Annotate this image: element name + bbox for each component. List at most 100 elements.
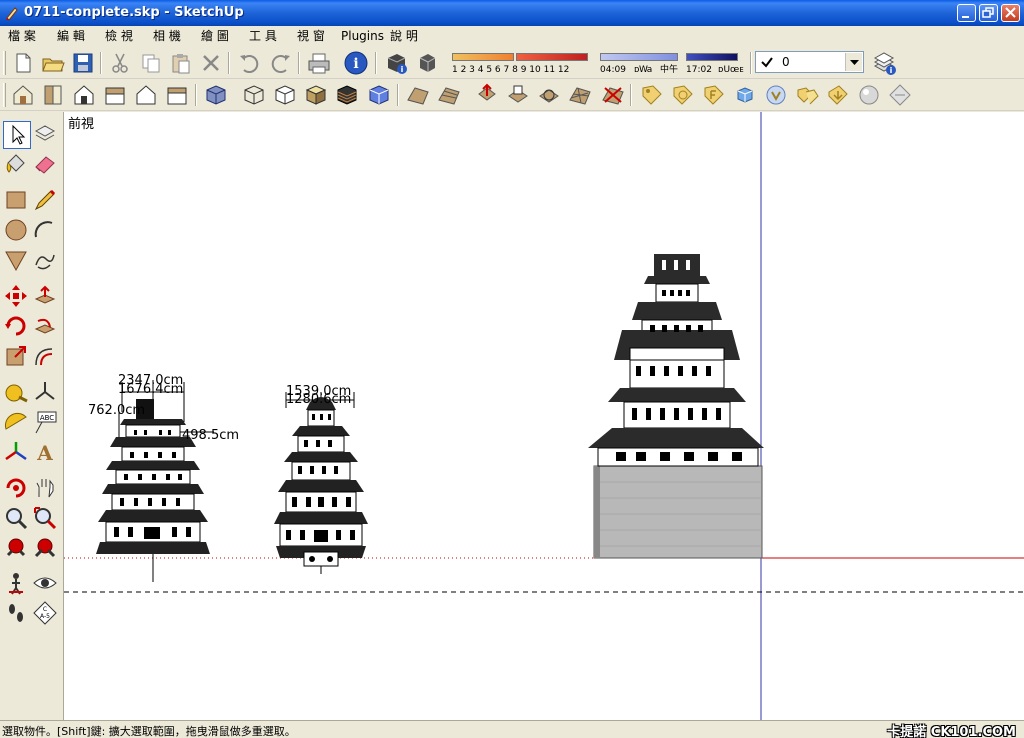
walk-tool[interactable]	[3, 600, 31, 628]
menu-view[interactable]: 檢 視	[105, 28, 133, 44]
menu-window[interactable]: 視 窗	[297, 28, 325, 44]
menu-camera[interactable]: 相 機	[153, 28, 181, 44]
shaded-style-button[interactable]	[303, 82, 329, 108]
section-plane-tool[interactable]: C A-5	[32, 600, 60, 628]
copy-button[interactable]	[138, 50, 164, 76]
offset-tool[interactable]	[32, 343, 60, 371]
menu-draw[interactable]: 繪 圖	[201, 28, 229, 44]
top-view-button[interactable]	[40, 82, 66, 108]
watermark: 卡提諾 CK101.COM	[887, 725, 1016, 738]
make-component-tool[interactable]	[32, 121, 60, 149]
shadow-date-slider[interactable]: 1 2 3 4 5 6 7 8 9 10 11 12	[450, 50, 600, 78]
menu-help[interactable]: 說 明	[390, 28, 418, 44]
print-button[interactable]	[306, 50, 332, 76]
toolbar-grip[interactable]	[3, 83, 6, 107]
freehand-tool[interactable]	[32, 247, 60, 275]
undo-button[interactable]	[236, 50, 262, 76]
rectangle-tool[interactable]	[3, 187, 31, 215]
plugin-tool-4[interactable]	[732, 82, 758, 108]
close-button[interactable]	[1001, 4, 1020, 22]
shadow-time-slider[interactable]: 04:09 ᴅWa 中午 17:02 ᴅUœᴇ	[600, 50, 750, 78]
plugin-tool-7[interactable]	[825, 82, 851, 108]
castle-model-middle[interactable]: 1539.0cm 1280.6cm	[274, 384, 368, 574]
plugin-tool-1[interactable]	[639, 82, 665, 108]
display-shadows-button[interactable]	[414, 50, 440, 76]
zoom-tool[interactable]	[3, 505, 31, 533]
plugin-tool-2[interactable]	[670, 82, 696, 108]
tape-measure-tool[interactable]	[3, 379, 31, 407]
position-camera-tool[interactable]	[3, 570, 31, 598]
front-view-button[interactable]	[71, 82, 97, 108]
zoom-extents-tool[interactable]	[3, 535, 31, 563]
xray-style-button[interactable]	[203, 82, 229, 108]
circle-tool[interactable]	[3, 217, 31, 245]
save-button[interactable]	[70, 50, 96, 76]
plugin-tool-9[interactable]	[887, 82, 913, 108]
menu-plugins[interactable]: Plugins	[341, 28, 384, 44]
axes-orient-tool[interactable]	[3, 439, 31, 467]
textured-style-button[interactable]	[334, 82, 360, 108]
smoove-button[interactable]	[474, 82, 500, 108]
flip-edge-button[interactable]	[600, 82, 626, 108]
model-info-button[interactable]: i	[343, 50, 369, 76]
push-pull-tool[interactable]	[32, 283, 60, 311]
text-tool[interactable]: ABC	[32, 409, 60, 437]
wireframe-style-button[interactable]	[241, 82, 267, 108]
look-around-tool[interactable]	[32, 570, 60, 598]
drawing-canvas[interactable]: 前視 2347.0cm 1676.4cm 762.0cm 498.5cm 153…	[64, 112, 1024, 720]
line-tool[interactable]	[32, 187, 60, 215]
select-tool[interactable]	[3, 121, 31, 149]
sandbox-contours-button[interactable]	[405, 82, 431, 108]
iso-view-button[interactable]	[10, 82, 36, 108]
minimize-button[interactable]	[957, 4, 976, 22]
new-button[interactable]	[10, 50, 36, 76]
scale-tool[interactable]	[3, 343, 31, 371]
previous-view-tool[interactable]	[32, 535, 60, 563]
sandbox-scratch-button[interactable]	[436, 82, 462, 108]
paint-bucket-tool[interactable]	[3, 151, 31, 179]
rotate-tool[interactable]	[3, 313, 31, 341]
add-detail-button[interactable]	[567, 82, 593, 108]
left-view-button[interactable]	[164, 82, 190, 108]
orbit-tool[interactable]	[3, 475, 31, 503]
dropdown-arrow[interactable]	[845, 53, 862, 71]
open-button[interactable]	[40, 50, 66, 76]
arc-tool[interactable]	[32, 217, 60, 245]
plugin-tool-5[interactable]	[763, 82, 789, 108]
back-view-button[interactable]	[133, 82, 159, 108]
menu-tools[interactable]: 工 具	[249, 28, 277, 44]
pan-tool[interactable]	[32, 475, 60, 503]
castle-model-left[interactable]: 2347.0cm 1676.4cm 762.0cm 498.5cm	[88, 373, 239, 582]
plugin-tool-3[interactable]	[701, 82, 727, 108]
menu-edit[interactable]: 編 輯	[57, 28, 85, 44]
3d-text-tool[interactable]: A	[32, 439, 60, 467]
monochrome-style-button[interactable]	[366, 82, 392, 108]
erase-button[interactable]	[198, 50, 224, 76]
zoom-window-tool[interactable]	[32, 505, 60, 533]
menu-file[interactable]: 檔 案	[8, 28, 36, 44]
title-bar[interactable]: 0711-conplete.skp - SketchUp	[0, 0, 1024, 26]
layer-dropdown[interactable]: 0	[755, 51, 864, 73]
sketchup-app-icon[interactable]	[4, 5, 20, 21]
eraser-tool[interactable]	[32, 151, 60, 179]
layer-manager-button[interactable]: i	[871, 50, 897, 76]
polygon-tool[interactable]	[3, 247, 31, 275]
axes-tool[interactable]	[32, 379, 60, 407]
plugin-tool-8[interactable]	[856, 82, 882, 108]
move-tool[interactable]	[3, 283, 31, 311]
paste-button[interactable]	[168, 50, 194, 76]
toolbar-grip[interactable]	[3, 51, 6, 75]
redo-button[interactable]	[268, 50, 294, 76]
stamp-button[interactable]	[505, 82, 531, 108]
shadow-settings-button[interactable]: i	[384, 50, 410, 76]
hidden-line-style-button[interactable]	[272, 82, 298, 108]
protractor-tool[interactable]	[3, 409, 31, 437]
follow-me-tool[interactable]	[32, 313, 60, 341]
right-view-button[interactable]	[102, 82, 128, 108]
castle-model-right[interactable]	[588, 254, 764, 559]
cut-button[interactable]	[107, 50, 133, 76]
orbit-icon	[6, 478, 26, 498]
plugin-tool-6[interactable]	[794, 82, 820, 108]
drape-button[interactable]	[536, 82, 562, 108]
restore-button[interactable]	[979, 4, 998, 22]
